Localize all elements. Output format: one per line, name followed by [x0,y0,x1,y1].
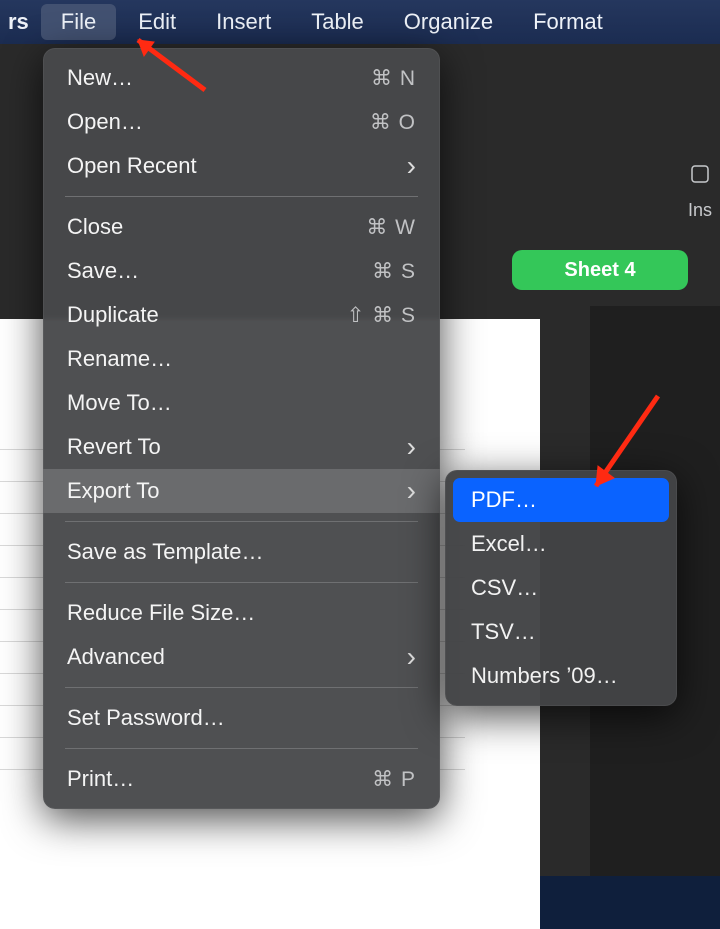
menu-item-export-to[interactable]: Export To › [43,469,440,513]
menu-item-label: Print… [67,766,134,792]
menubar-file[interactable]: File [41,4,116,40]
menu-separator [65,582,418,583]
sheet-tab[interactable]: Sheet 4 [512,250,688,290]
menu-item-print[interactable]: Print… ⌘ P [43,757,440,801]
menu-item-label: Open… [67,109,143,135]
chevron-right-icon: › [407,475,416,507]
menu-item-shortcut: ⌘ S [372,259,416,284]
menu-item-label: Save… [67,258,139,284]
menu-item-close[interactable]: Close ⌘ W [43,205,440,249]
menu-item-shortcut: ⌘ P [372,767,416,792]
file-menu-dropdown: New…⌘ N Open… ⌘ O Open Recent › Close ⌘ W Save…… [43,48,440,809]
menu-item-open[interactable]: Open… ⌘ O [43,100,440,144]
menu-item-new[interactable]: New…⌘ N [43,56,440,100]
submenu-item-csv[interactable]: CSV… [453,566,669,610]
menubar-organize[interactable]: Organize [384,0,513,44]
menu-item-label: Set Password… [67,705,225,731]
menu-item-move-to[interactable]: Move To… [43,381,440,425]
chevron-right-icon: › [407,641,416,673]
menubar: rs File Edit Insert Table Organize Forma… [0,0,720,44]
menu-item-label: Rename… [67,346,172,372]
menu-item-label: Move To… [67,390,172,416]
menubar-table[interactable]: Table [291,0,384,44]
menu-item-label: Duplicate [67,302,159,328]
menu-item-save-as-template[interactable]: Save as Template… [43,530,440,574]
menu-item-set-password[interactable]: Set Password… [43,696,440,740]
submenu-item-numbers-09[interactable]: Numbers ’09… [453,654,669,698]
annotation-arrow-file [120,30,220,100]
submenu-item-excel[interactable]: Excel… [453,522,669,566]
annotation-arrow-pdf [578,388,678,508]
menu-item-label: Revert To [67,434,161,460]
menu-item-rename[interactable]: Rename… [43,337,440,381]
menu-item-reduce-file-size[interactable]: Reduce File Size… [43,591,440,635]
menu-item-advanced[interactable]: Advanced › [43,635,440,679]
menu-separator [65,196,418,197]
menu-item-label: Save as Template… [67,539,263,565]
menu-item-shortcut: ⌘ N [371,66,416,91]
menu-item-revert-to[interactable]: Revert To › [43,425,440,469]
menu-item-label: Advanced [67,644,165,670]
menu-separator [65,521,418,522]
insert-toolbar-label: Ins [688,200,712,221]
menubar-app-partial: rs [0,0,39,44]
chevron-right-icon: › [407,150,416,182]
menu-item-label: Export To [67,478,160,504]
menu-item-duplicate[interactable]: Duplicate ⇧ ⌘ S [43,293,440,337]
chevron-right-icon: › [407,431,416,463]
insert-toolbar-icon[interactable] [690,164,710,184]
menu-item-label: Reduce File Size… [67,600,255,626]
submenu-item-tsv[interactable]: TSV… [453,610,669,654]
menubar-format[interactable]: Format [513,0,623,44]
menu-item-label: Close [67,214,123,240]
menu-item-shortcut: ⌘ O [370,110,416,135]
menu-separator [65,748,418,749]
menu-item-open-recent[interactable]: Open Recent › [43,144,440,188]
menu-item-label: Open Recent [67,153,197,179]
menu-item-shortcut: ⌘ W [366,215,416,240]
menu-item-shortcut: ⇧ ⌘ S [347,303,416,328]
menu-item-save[interactable]: Save… ⌘ S [43,249,440,293]
menu-separator [65,687,418,688]
